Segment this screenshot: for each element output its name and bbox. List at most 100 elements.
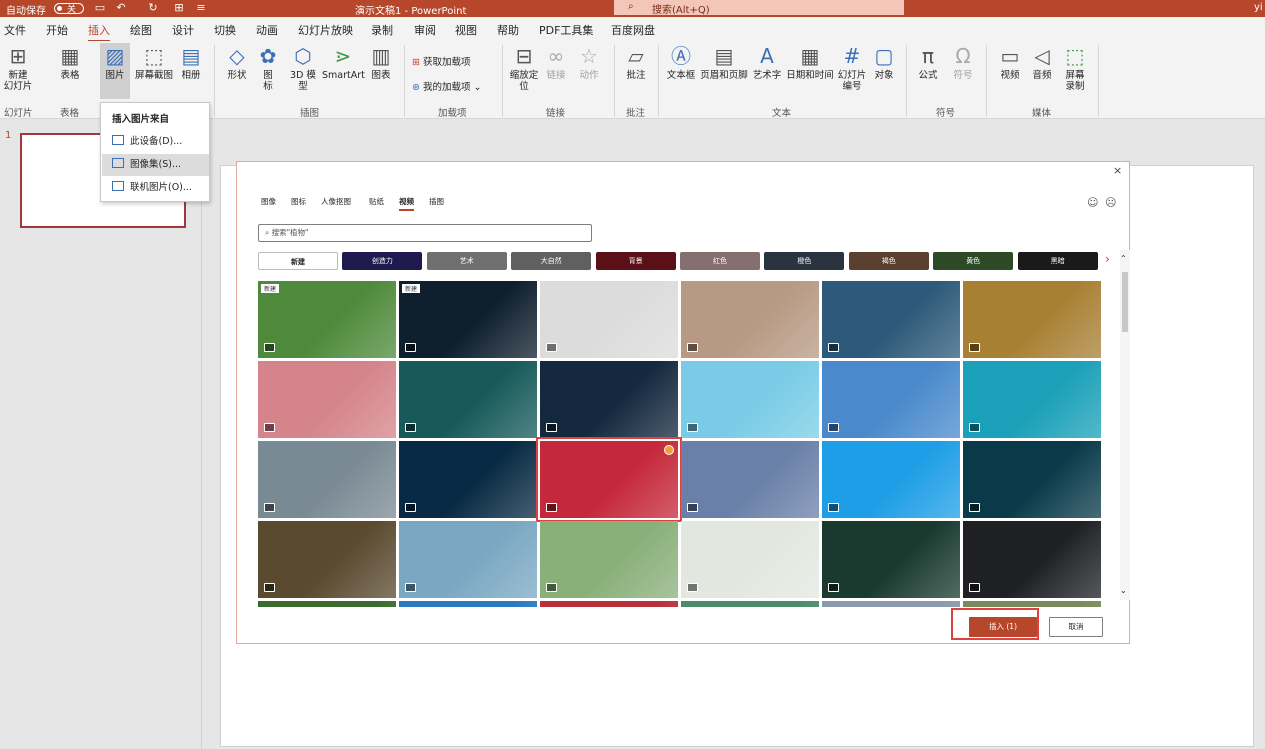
save-icon[interactable]: ▭ [93,1,107,15]
category-chip[interactable]: 艺术 [426,252,507,270]
category-chip[interactable]: 褐色 [848,252,929,270]
icons-button[interactable]: ✿ 图 标 [256,45,280,92]
wordart-button[interactable]: A 艺术字 [750,45,784,81]
video-thumbnail[interactable] [822,601,960,607]
video-thumbnail[interactable]: 新建 [258,281,396,358]
video-button[interactable]: ▭ 视频 [996,45,1024,81]
from-this-device-item[interactable]: 此设备(D)... [102,131,209,153]
comment-button[interactable]: ▱ 批注 [622,45,650,81]
video-thumbnail[interactable] [681,521,819,598]
stock-images-item[interactable]: 图像集(S)... [102,154,209,176]
shapes-button[interactable]: ◇ 形状 [224,45,250,81]
menu-design[interactable]: 设计 [172,22,194,38]
video-thumbnail[interactable] [399,521,537,598]
video-thumbnail[interactable] [963,281,1101,358]
redo-icon[interactable]: ↻ [146,1,160,15]
cancel-button[interactable]: 取消 [1049,617,1103,637]
video-thumbnail[interactable] [822,281,960,358]
customize-qat-icon[interactable]: ≡ [194,1,208,15]
search-box[interactable]: ⌕ 搜索(Alt+Q) [614,0,904,16]
video-thumbnail[interactable] [258,361,396,438]
present-icon[interactable]: ⊞ [172,1,186,15]
video-thumbnail[interactable] [258,601,396,607]
link-button[interactable]: ∞ 链接 [544,45,568,81]
slide-number-button[interactable]: # 幻灯片 编号 [836,45,868,92]
online-pictures-item[interactable]: 联机图片(O)... [102,177,209,199]
menu-record[interactable]: 录制 [371,22,393,38]
menu-slideshow[interactable]: 幻灯片放映 [298,22,353,38]
screenshot-button[interactable]: ⬚ 屏幕截图 [134,45,174,81]
category-chip[interactable]: 背景 [595,252,676,270]
close-icon[interactable]: × [1113,164,1122,177]
menu-home[interactable]: 开始 [46,22,68,38]
video-thumbnail[interactable] [540,521,678,598]
video-thumbnail[interactable] [822,361,960,438]
chevron-right-icon[interactable]: › [1105,252,1110,266]
menu-baidu-disk[interactable]: 百度网盘 [611,22,655,38]
menu-draw[interactable]: 绘图 [130,22,152,38]
menu-file[interactable]: 文件 [4,22,26,38]
video-thumbnail[interactable] [399,601,537,607]
category-chip[interactable]: 红色 [680,252,760,270]
video-thumbnail[interactable] [822,521,960,598]
equation-button[interactable]: π 公式 [914,45,942,81]
header-footer-button[interactable]: ▤ 页眉和页脚 [698,45,750,81]
checkmark-icon[interactable] [664,445,674,455]
audio-button[interactable]: ◁ 音频 [1028,45,1056,81]
category-chip[interactable]: 新建 [258,252,338,270]
tab-images[interactable]: 图像 [261,196,276,207]
video-thumbnail[interactable] [540,281,678,358]
datetime-button[interactable]: ▦ 日期和时间 [784,45,836,81]
insert-button[interactable]: 插入 (1) [969,617,1037,637]
table-button[interactable]: ▦ 表格 [54,45,86,81]
scroll-down-icon[interactable]: ⌄ [1120,586,1127,595]
undo-icon[interactable]: ↶ [114,1,128,15]
my-addins-button[interactable]: ⊛ 我的加载项 ⌄ [412,79,482,93]
category-chip[interactable]: 橙色 [764,252,845,270]
menu-insert[interactable]: 插入 [88,22,110,42]
scroll-thumb[interactable] [1122,272,1128,332]
scroll-up-icon[interactable]: ⌃ [1120,254,1127,263]
smile-icon[interactable]: ☺ [1087,196,1098,209]
tab-illustrations[interactable]: 插图 [429,196,444,207]
zoom-button[interactable]: ⊟ 缩放定 位 [508,45,540,92]
video-thumbnail[interactable] [399,441,537,518]
action-button[interactable]: ☆ 动作 [576,45,602,81]
menu-view[interactable]: 视图 [455,22,477,38]
picture-button[interactable]: ▨ 图片 [100,43,130,99]
video-thumbnail[interactable] [540,601,678,607]
menu-review[interactable]: 审阅 [414,22,436,38]
user-name[interactable]: yi [1254,2,1263,13]
tab-videos[interactable]: 视频 [399,196,414,211]
dialog-search-input[interactable]: ⌕ 搜索"植物" [258,224,592,242]
video-thumbnail[interactable] [681,361,819,438]
video-thumbnail[interactable]: 新建 [399,281,537,358]
new-slide-button[interactable]: ⊞ 新建 幻灯片 [2,45,34,92]
smartart-button[interactable]: ⋗ SmartArt [322,45,365,81]
video-thumbnail[interactable] [681,441,819,518]
video-thumbnail[interactable] [258,441,396,518]
screen-record-button[interactable]: ⬚ 屏幕 录制 [1060,45,1090,92]
album-button[interactable]: ▤ 相册 [178,45,204,81]
video-thumbnail[interactable] [540,361,678,438]
object-button[interactable]: ▢ 对象 [870,45,898,81]
menu-animations[interactable]: 动画 [256,22,278,38]
chart-button[interactable]: ▥ 图表 [368,45,394,81]
video-thumbnail[interactable] [681,601,819,607]
autosave-toggle[interactable]: 关 [54,3,84,15]
category-chip[interactable]: 黄色 [933,252,1014,270]
video-thumbnail[interactable] [822,441,960,518]
video-thumbnail[interactable] [963,601,1101,607]
category-chip[interactable]: 创造力 [342,252,423,270]
video-thumbnail[interactable] [963,441,1101,518]
get-addins-button[interactable]: ⊞ 获取加载项 [412,54,471,68]
video-thumbnail[interactable] [258,521,396,598]
textbox-button[interactable]: Ⓐ 文本框 [664,45,698,81]
frown-icon[interactable]: ☹ [1105,196,1116,209]
category-chip[interactable]: 黑暗 [1017,252,1098,270]
video-thumbnail[interactable] [681,281,819,358]
tab-stickers[interactable]: 贴纸 [369,196,384,207]
category-chip[interactable]: 大自然 [511,252,592,270]
video-thumbnail[interactable] [399,361,537,438]
menu-help[interactable]: 帮助 [497,22,519,38]
